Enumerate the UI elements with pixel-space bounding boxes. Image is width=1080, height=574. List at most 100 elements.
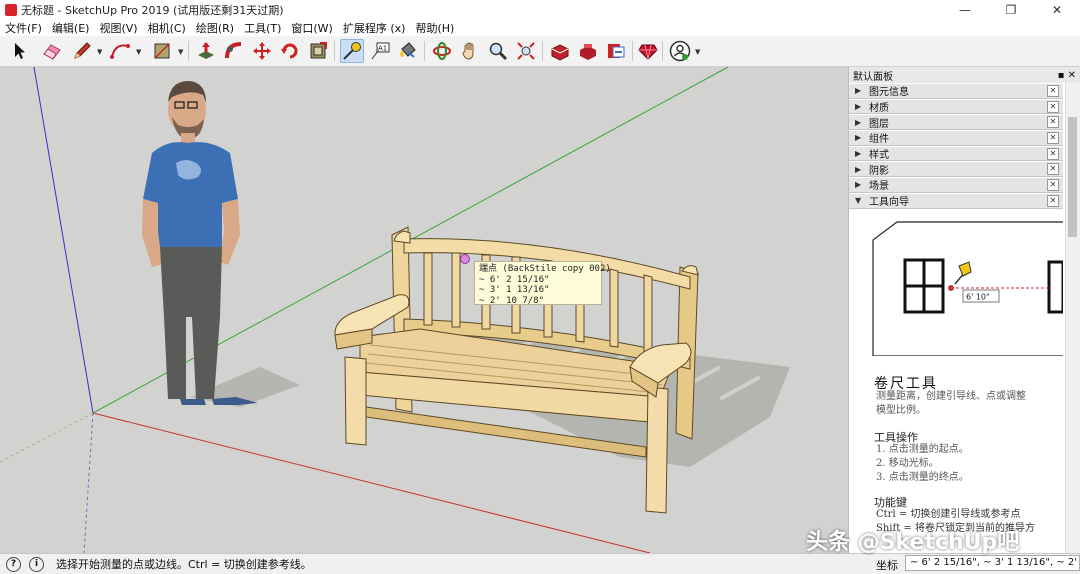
menu-file[interactable]: 文件(F) (0, 20, 47, 36)
ruby-icon[interactable] (636, 39, 660, 63)
tray-close-icon[interactable]: ✕ (1047, 147, 1059, 160)
window-controls: — ❐ ✕ (942, 0, 1080, 20)
tray-close-icon[interactable]: ✕ (1047, 100, 1059, 113)
menu-draw[interactable]: 绘图(R) (191, 20, 239, 36)
panel-scrollbar[interactable] (1065, 83, 1080, 553)
tooltip-y: ~ 3' 1 13/16" (479, 285, 550, 295)
zoom-icon[interactable] (486, 39, 510, 63)
tray-close-icon[interactable]: ✕ (1047, 178, 1059, 191)
menu-extensions[interactable]: 扩展程序 (x) (338, 20, 411, 36)
menu-bar: 文件(F) 编辑(E) 视图(V) 相机(C) 绘图(R) 工具(T) 窗口(W… (0, 20, 1080, 36)
tray-label: 场景 (869, 181, 889, 193)
close-button[interactable]: ✕ (1034, 0, 1080, 20)
tooltip-endpoint: 端点 (BackStile copy 002) (479, 264, 611, 274)
push-pull-icon[interactable] (194, 39, 218, 63)
collapsed-triangle-icon: ▶ (855, 149, 862, 159)
tape-measure-icon[interactable] (340, 39, 364, 63)
maximize-button[interactable]: ❐ (988, 0, 1034, 20)
panel-header-controls[interactable]: ▪ ✕ (1058, 70, 1076, 81)
rectangle-dropdown-icon[interactable]: ▼ (178, 48, 183, 56)
tray-components[interactable]: ▶ 组件 ✕ (849, 130, 1063, 146)
move-icon[interactable] (250, 39, 274, 63)
text-icon[interactable]: A1 (368, 39, 392, 63)
menu-tools[interactable]: 工具(T) (239, 20, 286, 36)
tray-label: 阴影 (869, 165, 889, 177)
menu-edit[interactable]: 编辑(E) (47, 20, 95, 36)
rectangle-icon[interactable] (150, 39, 174, 63)
tray-entity-info[interactable]: ▶ 图元信息 ✕ (849, 83, 1063, 99)
tray-close-icon[interactable]: ✕ (1047, 84, 1059, 97)
window-title: 无标题 - SketchUp Pro 2019 (试用版还剩31天过期) (21, 4, 284, 17)
tray-label: 组件 (869, 134, 889, 146)
modifier-key-ctrl: Ctrl = 切换创建引导线或参考点 (876, 509, 1021, 520)
zoom-extents-icon[interactable] (514, 39, 538, 63)
account-icon[interactable] (668, 39, 692, 63)
tray-close-icon[interactable]: ✕ (1047, 131, 1059, 144)
status-message: 选择开始测量的点或边线。Ctrl = 切换创建参考线。 (56, 558, 312, 571)
tray-close-icon[interactable]: ✕ (1047, 194, 1059, 207)
illustration-measure-label: 6' 10" (966, 293, 990, 302)
toolbar-separator (542, 41, 543, 61)
tray-label: 图层 (869, 118, 889, 130)
tray-close-icon[interactable]: ✕ (1047, 116, 1059, 129)
pan-icon[interactable] (458, 39, 482, 63)
default-tray-panel: 默认面板 ▪ ✕ ▶ 图元信息 ✕ ▶ 材质 ✕ ▶ 图层 ✕ ▶ 组件 ✕ ▶ 样式 ✕… (848, 67, 1080, 553)
tape-measure-illustration: 6' 10" (872, 221, 1063, 356)
follow-me-icon[interactable] (222, 39, 246, 63)
tray-materials[interactable]: ▶ 材质 ✕ (849, 98, 1063, 115)
endpoint-inference-marker (460, 254, 470, 264)
orbit-icon[interactable] (430, 39, 454, 63)
scrollbar-thumb[interactable] (1068, 117, 1077, 237)
tray-layers[interactable]: ▶ 图层 ✕ (849, 114, 1063, 131)
sketchup-logo-icon (5, 4, 17, 16)
layout-icon[interactable] (604, 39, 628, 63)
panel-header: 默认面板 ▪ ✕ (849, 67, 1080, 83)
offset-icon[interactable] (306, 39, 330, 63)
tray-styles[interactable]: ▶ 样式 ✕ (849, 145, 1063, 162)
pencil-icon[interactable] (70, 39, 94, 63)
warehouse-icon[interactable] (548, 39, 572, 63)
blue-axis-negative (83, 412, 94, 553)
extension-warehouse-icon[interactable] (576, 39, 600, 63)
tray-label: 样式 (869, 150, 889, 162)
tray-label: 图元信息 (869, 87, 909, 99)
menu-camera[interactable]: 相机(C) (143, 20, 191, 36)
select-icon[interactable] (8, 39, 32, 63)
tray-scenes[interactable]: ▶ 场景 ✕ (849, 177, 1063, 193)
watermark-text: 头条 @SketchUp吧 (806, 530, 1020, 555)
red-axis (92, 412, 651, 553)
tooltip-z: ~ 2' 10 7/8" (479, 295, 545, 306)
svg-text:A1: A1 (378, 45, 387, 53)
arc-icon[interactable] (108, 39, 132, 63)
green-axis-negative (0, 412, 94, 463)
tray-instructor[interactable]: ▼ 工具向导 ✕ (849, 192, 1063, 209)
pencil-dropdown-icon[interactable]: ▼ (97, 48, 102, 56)
measurements-box[interactable]: ~ 6' 2 15/16", ~ 3' 1 13/16", ~ 2' 10 (905, 555, 1080, 571)
scene-canvas[interactable] (0, 67, 848, 553)
status-bar: ? i 选择开始测量的点或边线。Ctrl = 切换创建参考线。 坐标 ~ 6' … (0, 553, 1080, 574)
collapsed-triangle-icon: ▶ (855, 86, 862, 96)
account-dropdown-icon[interactable]: ▼ (695, 48, 700, 56)
menu-view[interactable]: 视图(V) (94, 20, 142, 36)
tray-close-icon[interactable]: ✕ (1047, 163, 1059, 176)
menu-help[interactable]: 帮助(H) (410, 20, 459, 36)
expanded-triangle-icon: ▼ (855, 196, 862, 206)
menu-window[interactable]: 窗口(W) (286, 20, 337, 36)
rotate-icon[interactable] (278, 39, 302, 63)
panel-title: 默认面板 (853, 71, 893, 83)
inference-tooltip: 端点 (BackStile copy 002) ~ 6' 2 15/16" ~ … (474, 261, 611, 306)
tool-description-line2: 模型比例。 (876, 405, 926, 416)
title-bar: 无标题 - SketchUp Pro 2019 (试用版还剩31天过期) — ❐… (0, 0, 1080, 20)
arc-dropdown-icon[interactable]: ▼ (136, 48, 141, 56)
paint-bucket-icon[interactable] (396, 39, 420, 63)
minimize-button[interactable]: — (942, 0, 988, 20)
help-info-icon[interactable]: ? (6, 556, 21, 572)
eraser-icon[interactable] (40, 39, 64, 63)
model-viewport[interactable]: 端点 (BackStile copy 002) ~ 6' 2 15/16" ~ … (0, 67, 848, 553)
measurements-label: 坐标 (876, 559, 898, 572)
tray-shadows[interactable]: ▶ 阴影 ✕ (849, 161, 1063, 178)
blue-axis (33, 67, 94, 414)
instructor-info-icon[interactable]: i (29, 556, 44, 572)
toolbar-separator (424, 41, 425, 61)
collapsed-triangle-icon: ▶ (855, 117, 862, 127)
